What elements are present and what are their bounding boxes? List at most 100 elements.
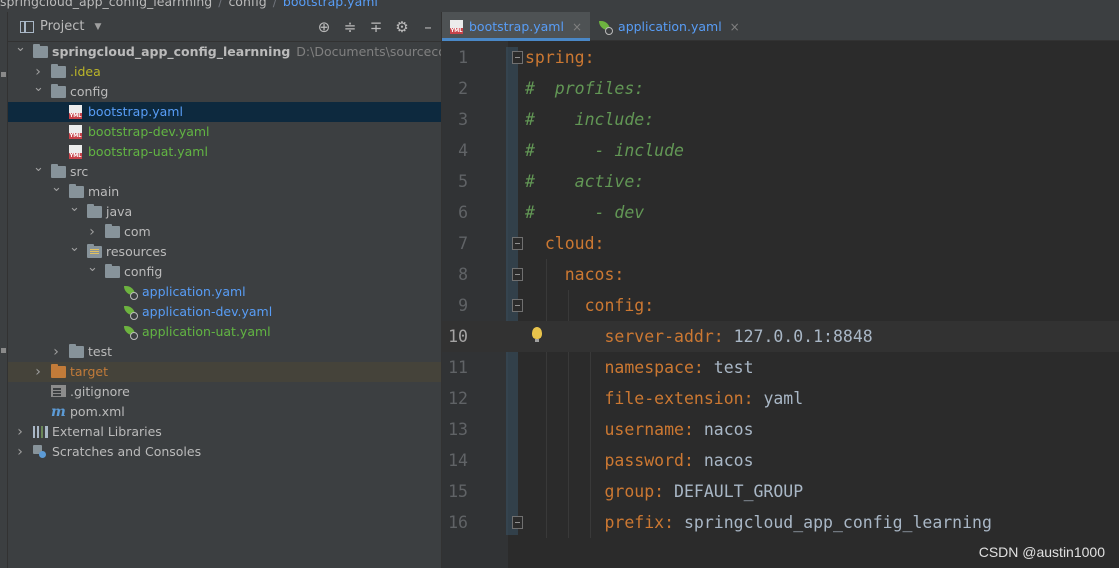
tree-row[interactable]: › Scratches and Consoles <box>8 442 441 462</box>
chevron-right-icon[interactable]: › <box>15 442 25 462</box>
code-text: server-addr: 127.0.0.1:8848 <box>604 327 873 346</box>
yaml-file-icon <box>69 125 82 139</box>
breadcrumb-item-project[interactable]: springcloud_app_config_learnning <box>0 0 212 9</box>
code-line[interactable]: 3 # include: <box>442 104 1119 135</box>
tab-label: application.yaml <box>618 19 722 34</box>
tree-row[interactable]: ⌄ java <box>8 200 441 222</box>
code-line[interactable]: 9 config: <box>442 290 1119 321</box>
chevron-right-icon[interactable]: › <box>87 222 97 242</box>
code-line[interactable]: 12 file-extension: yaml <box>442 383 1119 414</box>
structure-tool-window-button[interactable] <box>1 102 7 162</box>
tree-item-label: External Libraries <box>52 424 162 439</box>
fold-icon[interactable] <box>512 268 523 281</box>
code-editor[interactable]: 1 spring: 2 # profiles: 3 # include: 4 # - incl… <box>442 41 1119 568</box>
fold-icon[interactable] <box>512 51 523 64</box>
tree-row[interactable]: bootstrap-uat.yaml <box>8 142 441 162</box>
line-number: 14 <box>448 451 468 470</box>
spring-yaml-icon <box>598 20 614 35</box>
tree-row[interactable]: application-uat.yaml <box>8 322 441 342</box>
code-line[interactable]: 15 group: DEFAULT_GROUP <box>442 476 1119 507</box>
tree-row[interactable]: m pom.xml <box>8 402 441 422</box>
code-line[interactable]: 2 # profiles: <box>442 73 1119 104</box>
chevron-right-icon[interactable]: › <box>51 342 61 362</box>
code-line[interactable]: 1 spring: <box>442 42 1119 73</box>
folder-icon <box>51 164 66 178</box>
code-line[interactable]: 7 cloud: <box>442 228 1119 259</box>
breadcrumb: springcloud_app_config_learnning / config /… <box>0 0 1119 12</box>
tree-row[interactable]: ⌄ config <box>8 260 441 282</box>
tree-row[interactable]: ⌄ src <box>8 160 441 182</box>
code-text: group: DEFAULT_GROUP <box>604 482 804 501</box>
folder-icon <box>51 64 66 78</box>
commit-tool-window-button[interactable] <box>1 192 7 252</box>
code-text: spring: <box>525 48 595 67</box>
breadcrumb-item-file[interactable]: bootstrap.yaml <box>283 0 378 9</box>
tree-row[interactable]: application.yaml <box>8 282 441 302</box>
tree-item-label: java <box>106 204 133 219</box>
code-line[interactable]: 11 namespace: test <box>442 352 1119 383</box>
code-line[interactable]: 16 prefix: springcloud_app_config_learni… <box>442 507 1119 538</box>
fold-icon[interactable] <box>512 299 523 312</box>
fold-icon[interactable] <box>512 516 523 529</box>
tree-item-label: bootstrap-uat.yaml <box>88 144 208 159</box>
spring-yaml-icon <box>123 325 138 340</box>
project-toolbar: ⊕ ≑ ∓ ⚙ – <box>311 12 441 42</box>
chevron-down-icon[interactable]: ⌄ <box>33 158 44 178</box>
pull-requests-tool-window-button[interactable] <box>1 272 7 332</box>
gear-icon[interactable]: ⚙ <box>389 12 415 42</box>
fold-icon[interactable] <box>512 237 523 250</box>
tree-item-label: resources <box>106 244 167 259</box>
chevron-right-icon[interactable]: › <box>15 422 25 442</box>
chevron-down-icon[interactable]: ⌄ <box>69 238 80 258</box>
tree-item-label: application.yaml <box>142 284 246 299</box>
minimize-icon[interactable]: – <box>415 12 441 42</box>
tree-item-label: com <box>124 224 151 239</box>
tree-row[interactable]: ⌄ springcloud_app_config_learnning D:\Docu… <box>8 40 482 62</box>
tree-row[interactable]: › External Libraries <box>8 422 441 442</box>
tree-row[interactable]: bootstrap.yaml <box>8 102 441 122</box>
chevron-right-icon[interactable]: › <box>33 362 43 382</box>
chevron-down-icon[interactable]: ⌄ <box>69 198 80 218</box>
close-icon[interactable]: × <box>730 20 740 34</box>
tree-item-label: bootstrap.yaml <box>88 104 183 119</box>
tree-item-label: pom.xml <box>70 404 125 419</box>
code-line[interactable]: 4 # - include <box>442 135 1119 166</box>
tree-item-label: config <box>70 84 109 99</box>
expand-all-icon[interactable]: ≑ <box>337 12 363 42</box>
close-icon[interactable]: × <box>572 20 582 34</box>
tree-row[interactable]: .gitignore <box>8 382 441 402</box>
left-tool-strip <box>0 12 8 568</box>
tree-row[interactable]: ⌄ config <box>8 80 441 102</box>
code-line[interactable]: 14 password: nacos <box>442 445 1119 476</box>
tree-row[interactable]: application-dev.yaml <box>8 302 441 322</box>
chevron-down-icon[interactable]: ⌄ <box>15 38 26 58</box>
tree-item-label: springcloud_app_config_learnning D:\Docum… <box>52 44 483 59</box>
chevron-down-icon[interactable]: ⌄ <box>51 178 62 198</box>
chevron-down-icon[interactable]: ⌄ <box>87 258 98 278</box>
line-number: 1 <box>458 48 468 67</box>
collapse-all-icon[interactable]: ∓ <box>363 12 389 42</box>
line-number: 16 <box>448 513 468 532</box>
yaml-file-icon <box>450 19 463 34</box>
code-line[interactable]: 5 # active: <box>442 166 1119 197</box>
spring-yaml-icon <box>123 305 138 320</box>
tree-row[interactable]: bootstrap-dev.yaml <box>8 122 441 142</box>
breadcrumb-item-config[interactable]: config <box>228 0 266 9</box>
code-text: # profiles: <box>525 79 645 98</box>
chevron-down-icon[interactable]: ⌄ <box>33 78 44 98</box>
code-line[interactable]: 10 server-addr: 127.0.0.1:8848 <box>442 321 1119 352</box>
project-view-selector[interactable]: Project <box>40 19 84 34</box>
code-line[interactable]: 8 nacos: <box>442 259 1119 290</box>
tree-row[interactable]: › .idea <box>8 62 441 82</box>
editor-tab[interactable]: bootstrap.yaml × <box>442 12 591 41</box>
code-line[interactable]: 6 # - dev <box>442 197 1119 228</box>
chevron-down-icon[interactable]: ▼ <box>94 22 101 32</box>
editor-tab[interactable]: application.yaml × <box>590 12 748 41</box>
tree-row[interactable]: › target <box>8 362 441 382</box>
code-line[interactable]: 13 username: nacos <box>442 414 1119 445</box>
project-tool-window-button[interactable] <box>1 18 7 78</box>
tree-row[interactable]: › test <box>8 342 441 362</box>
locate-icon[interactable]: ⊕ <box>311 12 337 42</box>
tree-row[interactable]: ⌄ resources <box>8 240 441 262</box>
project-header: Project ▼ ⊕ ≑ ∓ ⚙ – <box>8 12 441 42</box>
